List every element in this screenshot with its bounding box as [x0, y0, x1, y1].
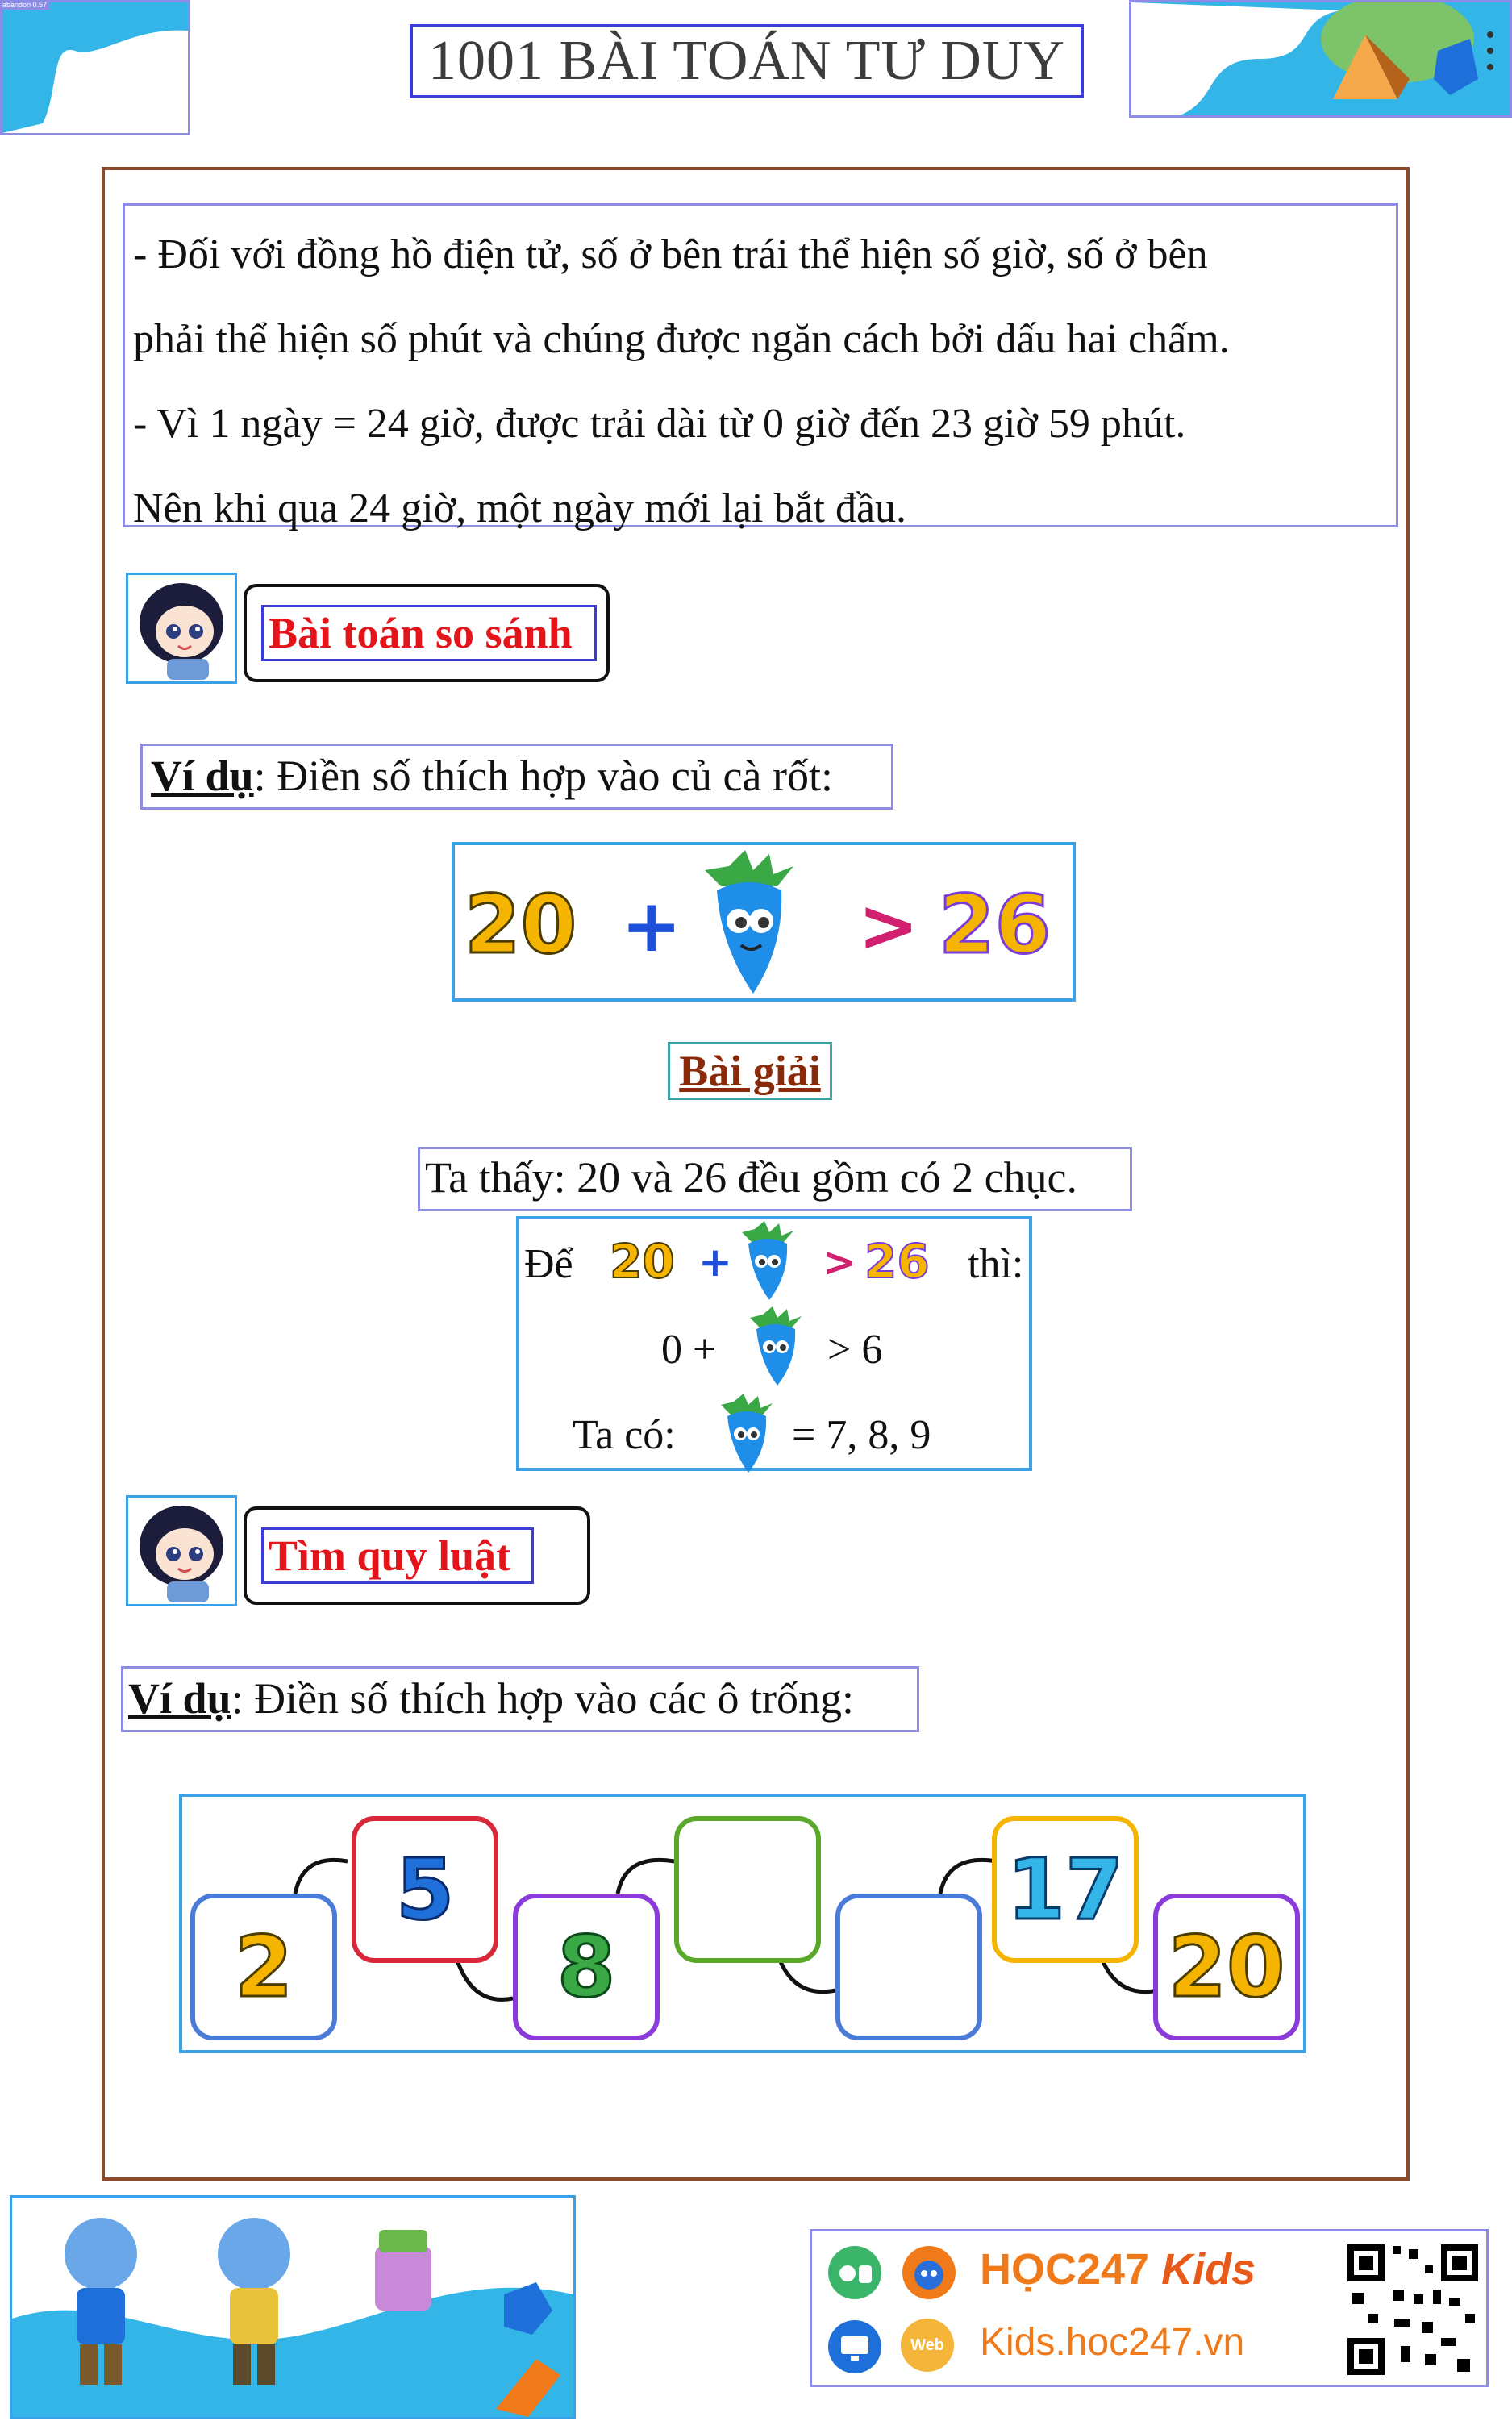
app-store-icon [828, 2246, 881, 2299]
carrot-icon [742, 1221, 793, 1300]
equation-right-number: 26 [937, 877, 1052, 973]
solution-intro: Ta thấy: 20 và 26 đều gồm có 2 chục. [418, 1147, 1132, 1211]
sequence-box-5-empty[interactable] [835, 1894, 982, 2040]
example-label: Ví dụ [128, 1674, 231, 1723]
mascot-avatar [126, 1495, 237, 1606]
step1-plus: + [698, 1239, 732, 1286]
carrot-icon [750, 1306, 802, 1386]
sequence-box-7: 20 [1153, 1894, 1300, 2040]
fox-logo-icon [902, 2246, 956, 2299]
step3-suffix: = 7, 8, 9 [792, 1412, 931, 1458]
number-sequence-figure: 2 5 8 17 20 [179, 1794, 1306, 2053]
step2-prefix: 0 + [661, 1327, 717, 1373]
step1-suffix: thì: [968, 1241, 1024, 1287]
page-title: 1001 BÀI TOÁN TƯ DUY [410, 24, 1084, 98]
section1-title: Bài toán so sánh [261, 605, 597, 661]
step1-left-number: 20 [609, 1233, 676, 1290]
section1-example: Ví dụ: Điền số thích hợp vào củ cà rốt: [140, 744, 893, 810]
example-text: : Điền số thích hợp vào củ cà rốt: [253, 752, 833, 800]
brand-kids: Kids [1161, 2245, 1256, 2294]
solution-title: Bài giải [668, 1042, 832, 1100]
step1-right-number: 26 [864, 1233, 931, 1290]
intro-line-1: - Đối với đồng hồ điện tử, số ở bên trái… [133, 231, 1208, 277]
qr-code-icon [1344, 2241, 1481, 2378]
carrot-icon [705, 850, 793, 994]
shapes-decoration-icon [1131, 0, 1510, 115]
sequence-box-3: 8 [513, 1894, 660, 2040]
equation-greater-than: > [858, 884, 919, 969]
intro-paragraph: - Đối với đồng hồ điện tử, số ở bên trái… [123, 203, 1398, 531]
brand-hoc247: HỌC247 [980, 2245, 1150, 2294]
sequence-box-2: 5 [352, 1816, 498, 1963]
sequence-box-6: 17 [992, 1816, 1139, 1963]
solution-steps: Để 20 + > 26 thì: 0 + > 6 Ta có: = 7, 8,… [516, 1216, 1032, 1473]
girl-mascot-icon [140, 1506, 223, 1602]
step2-suffix: > 6 [827, 1327, 883, 1373]
intro-line-3: - Vì 1 ngày = 24 giờ, được trải dài từ 0… [133, 401, 1186, 447]
footer-branding: HỌC247 Kids Web Kids.hoc247.vn [810, 2229, 1489, 2387]
step1-greater-than: > [823, 1239, 856, 1286]
example-label: Ví dụ [151, 752, 254, 800]
det-label: abandon 0.57 [0, 0, 50, 10]
sequence-box-1: 2 [190, 1894, 337, 2040]
header-decoration-left [0, 0, 190, 135]
intro-line-2: phải thể hiện số phút và chúng được ngăn… [133, 316, 1230, 362]
sequence-box-4-empty[interactable] [674, 1816, 821, 1963]
section2-title: Tìm quy luật [261, 1527, 534, 1584]
wave-decoration-icon [2, 2, 188, 133]
mascot-avatar [126, 573, 237, 684]
brand-name: HỌC247 Kids [980, 2244, 1256, 2294]
header-decoration-right [1129, 0, 1512, 118]
step3-prefix: Ta có: [573, 1412, 676, 1458]
equation-left-number: 20 [463, 877, 577, 973]
step1-prefix: Để [524, 1241, 573, 1287]
website-link[interactable]: Kids.hoc247.vn [980, 2320, 1244, 2365]
kids-illustration-icon [12, 2218, 573, 2417]
carrot-icon [721, 1394, 773, 1473]
intro-line-4: Nên khi qua 24 giờ, một ngày mới lại bắt… [133, 485, 907, 531]
desktop-icon [828, 2320, 881, 2373]
footer-kids-illustration [10, 2195, 576, 2419]
carrot-equation-figure: 20 + > 26 [452, 842, 1076, 1002]
section2-example: Ví dụ: Điền số thích hợp vào các ô trống… [121, 1666, 919, 1732]
equation-plus: + [621, 884, 682, 969]
girl-mascot-icon [140, 583, 223, 680]
web-badge: Web [901, 2319, 954, 2372]
example-text: : Điền số thích hợp vào các ô trống: [231, 1674, 854, 1723]
